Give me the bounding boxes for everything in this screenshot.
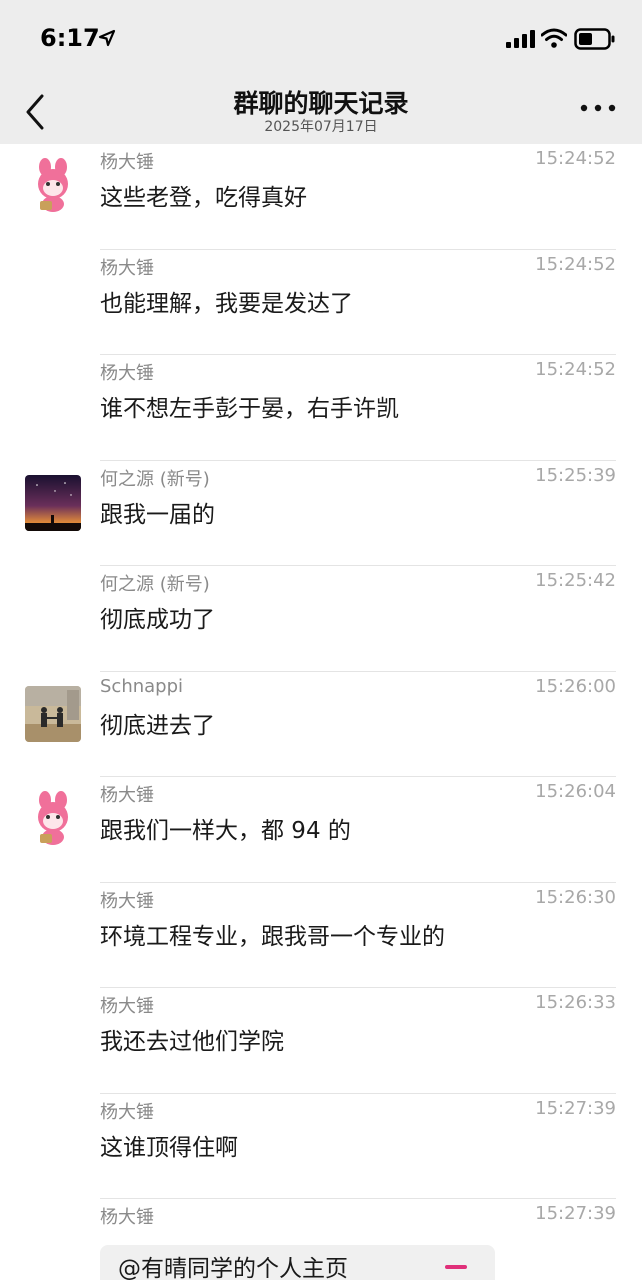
- avatar[interactable]: [25, 158, 81, 214]
- message-item[interactable]: Schnappi 15:26:00 彻底进去了: [0, 672, 642, 777]
- message-time: 15:24:52: [535, 148, 616, 169]
- sender-name: 何之源 (新号): [100, 574, 210, 595]
- message-text: 跟我们一样大，都 94 的: [100, 818, 351, 844]
- message-item[interactable]: 杨大锤 15:26:33 我还去过他们学院: [0, 988, 642, 1094]
- message-time: 15:24:52: [535, 359, 616, 380]
- sender-name: 杨大锤: [100, 152, 154, 173]
- message-item[interactable]: 何之源 (新号) 15:25:39 跟我一届的: [0, 461, 642, 566]
- message-time: 15:27:39: [535, 1097, 616, 1119]
- message-text: 谁不想左手彭于晏，右手许凯: [100, 396, 399, 422]
- sender-name: 杨大锤: [100, 363, 154, 384]
- message-text: 这谁顶得住啊: [100, 1134, 238, 1161]
- sender-name: 杨大锤: [100, 890, 154, 912]
- sender-name: 杨大锤: [100, 996, 154, 1017]
- battery-icon: [574, 28, 615, 50]
- pink-bunny-avatar-icon: [25, 791, 81, 847]
- avatar[interactable]: [25, 474, 81, 531]
- message-text: 我还去过他们学院: [100, 1029, 284, 1055]
- message-item[interactable]: 杨大锤 15:27:39 这谁顶得住啊: [0, 1094, 642, 1199]
- message-time: 15:24:52: [535, 253, 616, 275]
- nav-bar: 群聊的聊天记录 2025年07月17日: [0, 80, 642, 144]
- sender-name: 杨大锤: [100, 1207, 154, 1228]
- message-text: 环境工程专业，跟我哥一个专业的: [100, 923, 445, 950]
- page-title: 群聊的聊天记录: [233, 89, 409, 118]
- sender-name: 杨大锤: [100, 1101, 154, 1123]
- page-date: 2025年07月17日: [264, 119, 378, 135]
- status-bar: 6:17: [0, 0, 642, 80]
- night-sky-avatar-icon: [25, 474, 81, 531]
- message-time: 15:25:39: [535, 464, 616, 486]
- message-time: 15:27:39: [535, 1203, 616, 1224]
- avatar[interactable]: [25, 685, 81, 742]
- sender-name: Schnappi: [100, 675, 184, 697]
- message-item[interactable]: 何之源 (新号) 15:25:42 彻底成功了: [0, 566, 642, 672]
- message-item[interactable]: 杨大锤 15:24:52 谁不想左手彭于晏，右手许凯: [0, 355, 642, 461]
- more-dots-icon[interactable]: [578, 98, 618, 118]
- status-time: 6:17: [40, 24, 100, 52]
- message-text: 这些老登，吃得真好: [100, 185, 307, 211]
- location-arrow-icon: [98, 29, 116, 47]
- message-item[interactable]: 杨大锤 15:24:52 也能理解，我要是发达了: [0, 250, 642, 355]
- message-time: 15:26:04: [535, 781, 616, 802]
- message-text: 跟我一届的: [100, 501, 215, 528]
- wifi-icon: [541, 28, 567, 48]
- handshake-photo-avatar-icon: [25, 685, 81, 742]
- sender-name: 杨大锤: [100, 785, 154, 806]
- message-item[interactable]: 杨大锤 15:26:04 跟我们一样大，都 94 的: [0, 777, 642, 883]
- profile-card-text: @有晴同学的个人主页: [118, 1256, 348, 1280]
- message-time: 15:25:42: [535, 570, 616, 591]
- message-time: 15:26:30: [535, 886, 616, 908]
- sender-name: 何之源 (新号): [100, 468, 210, 490]
- message-time: 15:26:33: [535, 992, 616, 1013]
- message-item[interactable]: 杨大锤 15:24:52 这些老登，吃得真好: [0, 144, 642, 250]
- message-item[interactable]: 杨大锤 15:26:30 环境工程专业，跟我哥一个专业的: [0, 883, 642, 988]
- card-accent-mark: [445, 1265, 467, 1269]
- avatar[interactable]: [25, 791, 81, 847]
- message-text: 彻底成功了: [100, 607, 215, 633]
- message-time: 15:26:00: [535, 675, 616, 697]
- message-text: 彻底进去了: [100, 712, 215, 739]
- message-text: 也能理解，我要是发达了: [100, 290, 353, 317]
- sender-name: 杨大锤: [100, 257, 154, 279]
- pink-bunny-avatar-icon: [25, 158, 81, 214]
- message-item[interactable]: 杨大锤 15:27:39 @有晴同学的个人主页: [0, 1199, 642, 1280]
- cellular-signal-icon: [506, 30, 535, 48]
